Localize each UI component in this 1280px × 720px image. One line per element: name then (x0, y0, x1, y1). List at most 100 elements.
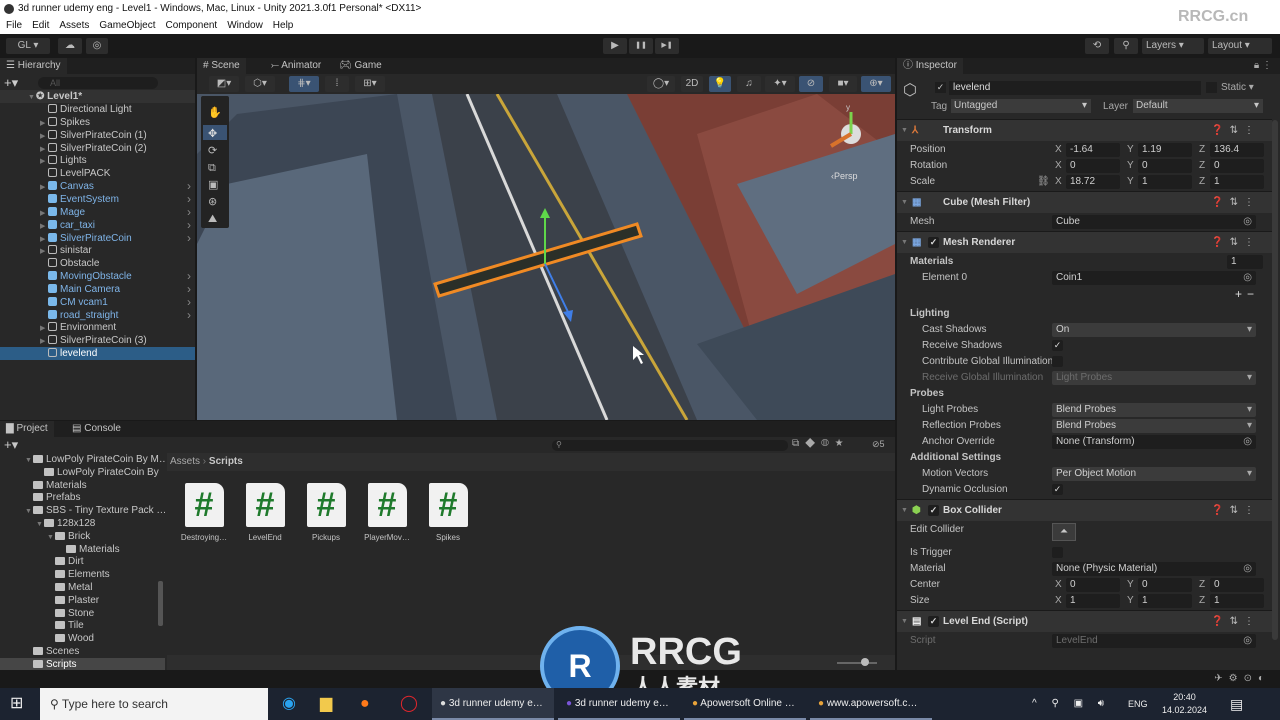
tab-scene[interactable]: # Scene (197, 58, 246, 74)
active-checkbox[interactable]: ✓ (935, 82, 946, 93)
folder-item[interactable]: Plaster (0, 594, 165, 607)
hierarchy-item[interactable]: MovingObstacle › (0, 270, 195, 283)
object-field[interactable]: LevelEnd (1052, 634, 1256, 648)
hidden-objects-toggle-icon[interactable]: ⊘ (799, 76, 823, 92)
property-checkbox[interactable] (1052, 356, 1063, 367)
hierarchy-item[interactable]: Directional Light (0, 103, 195, 116)
toggle-2d-button[interactable]: 2D (681, 76, 703, 92)
foldout-arrow-icon[interactable]: ▼ (901, 192, 908, 214)
opera-icon[interactable]: ◯ (400, 688, 418, 720)
folder-item[interactable]: ▼ SBS - Tiny Texture Pack … (0, 504, 165, 517)
icon-size-slider-handle[interactable] (861, 658, 869, 666)
tab-hierarchy[interactable]: ☰ Hierarchy (0, 58, 67, 74)
property-checkbox[interactable]: ✓ (1052, 340, 1063, 351)
folder-item[interactable]: Dirt (0, 555, 165, 568)
hierarchy-item[interactable]: ▶ SilverPirateCoin (2) (0, 142, 195, 155)
vector-x-input[interactable]: 1 (1066, 594, 1120, 608)
taskbar-app[interactable]: ● 3d runner udemy e… (558, 688, 680, 720)
camera-dropdown[interactable]: ■▾ (829, 76, 857, 92)
script-asset[interactable]: # LevelEnd (240, 483, 290, 542)
tab-animator[interactable]: ⤚ Animator (265, 58, 327, 74)
foldout-arrow-icon[interactable]: ▼ (901, 120, 908, 142)
chevron-right-icon[interactable]: › (187, 295, 191, 309)
effects-dropdown[interactable]: ✦▾ (765, 76, 795, 92)
hierarchy-item[interactable]: ▶ sinistar (0, 244, 195, 257)
lighting-toggle-icon[interactable]: 💡 (709, 76, 731, 92)
windows-start-icon[interactable]: ⊞ (10, 688, 23, 720)
vector-y-input[interactable]: 0 (1138, 159, 1192, 173)
tray-icons[interactable]: ^ ⚲ ▣ 🔊︎ (1032, 688, 1110, 720)
render-mode-dropdown[interactable]: ◯▾ (647, 76, 675, 92)
taskbar-app[interactable]: ● Apowersoft Online … (684, 688, 806, 720)
chevron-right-icon[interactable]: › (187, 205, 191, 219)
menu-window[interactable]: Window (227, 18, 263, 34)
increment-snap-icon[interactable]: ⁞ (325, 76, 349, 92)
hierarchy-item[interactable]: Main Camera › (0, 282, 195, 296)
folder-item[interactable]: Wood (0, 632, 165, 645)
vector-y-input[interactable]: 1 (1138, 594, 1192, 608)
vector-z-input[interactable]: 1 (1210, 175, 1264, 189)
hierarchy-item[interactable]: ▶ car_taxi › (0, 218, 195, 232)
object-field[interactable]: Coin1 (1052, 271, 1256, 285)
vector-x-input[interactable]: 0 (1066, 159, 1120, 173)
history-icon[interactable]: ⟲ (1085, 38, 1109, 54)
property-checkbox[interactable]: ✓ (1052, 484, 1063, 495)
component-enabled-checkbox[interactable]: ✓ (928, 505, 939, 516)
taskbar-app[interactable]: ● 3d runner udemy e… (432, 688, 554, 720)
edge-icon[interactable]: ◉ (282, 688, 296, 720)
static-dropdown[interactable]: Static ▾ (1221, 81, 1254, 95)
folder-item[interactable]: LowPoly PirateCoin By (0, 466, 165, 479)
script-asset[interactable]: # PlayerMov… (362, 483, 412, 542)
tag-dropdown[interactable]: Untagged ▾ (951, 99, 1091, 113)
vector-x-input[interactable]: 18.72 (1066, 175, 1120, 189)
component-header[interactable]: ▼ ▦ ✓ Mesh Renderer ❓⇅⋮ (897, 231, 1272, 253)
property-dropdown[interactable]: Per Object Motion (1052, 467, 1256, 481)
hand-tool-icon[interactable]: ✋ (208, 106, 222, 119)
hierarchy-item[interactable]: ▶ SilverPirateCoin (3) (0, 334, 195, 347)
grid-snap-toggle[interactable]: ⋕▾ (289, 76, 319, 92)
scene-root[interactable]: ▼✪ Level1* (0, 90, 195, 103)
tab-project[interactable]: ▇ Project (0, 421, 54, 437)
taskbar-app[interactable]: ● www.apowersoft.c… (810, 688, 932, 720)
menu-help[interactable]: Help (273, 18, 294, 34)
icon-size-slider[interactable] (837, 662, 877, 664)
folder-item[interactable]: ▼ Brick (0, 530, 165, 543)
rotate-tool-icon[interactable]: ⟳ (208, 144, 217, 157)
create-button[interactable]: +▾ (4, 437, 18, 453)
rect-tool-icon[interactable]: ▣ (208, 178, 218, 191)
hierarchy-item[interactable]: ▶ Spikes (0, 116, 195, 129)
play-button[interactable]: ▶ (603, 38, 627, 54)
vector-y-input[interactable]: 0 (1138, 578, 1192, 592)
menu-assets[interactable]: Assets (59, 18, 89, 34)
folder-item[interactable]: Metal (0, 581, 165, 594)
vector-y-input[interactable]: 1.19 (1138, 143, 1192, 157)
static-checkbox[interactable] (1206, 82, 1217, 93)
search-icon[interactable]: ⚲ (1114, 38, 1138, 54)
object-field[interactable]: None (Physic Material) (1052, 562, 1256, 576)
property-checkbox[interactable] (1052, 547, 1063, 558)
hierarchy-item[interactable]: road_straight › (0, 308, 195, 322)
hierarchy-item[interactable]: levelend (0, 347, 195, 361)
component-header[interactable]: ▼ ▦ Cube (Mesh Filter) ❓⇅⋮ (897, 191, 1272, 213)
tree-scrollbar[interactable] (158, 581, 163, 626)
hierarchy-item[interactable]: ▶ SilverPirateCoin (1) (0, 129, 195, 142)
hierarchy-item[interactable]: EventSystem › (0, 192, 195, 206)
tab-game[interactable]: 🎮︎ Game (333, 58, 388, 74)
remove-element-button[interactable]: − (1247, 286, 1254, 302)
layers-dropdown[interactable]: Layers ▾ (1142, 38, 1204, 54)
transform-tool-icon[interactable]: ⊛ (208, 195, 217, 208)
collab-icon[interactable]: ◎ (86, 38, 108, 54)
custom-tool-icon[interactable]: ⛰ (208, 212, 217, 225)
property-dropdown[interactable]: Blend Probes (1052, 403, 1256, 417)
script-asset[interactable]: # Spikes (423, 483, 473, 542)
shading-dropdown[interactable]: ⬡▾ (245, 76, 275, 92)
component-tools[interactable]: ❓⇅⋮ (1211, 192, 1260, 214)
vector-z-input[interactable]: 0 (1210, 159, 1264, 173)
step-button[interactable]: ▶❚ (655, 38, 679, 54)
foldout-arrow-icon[interactable]: ▼ (901, 500, 908, 522)
object-field[interactable]: Cube (1052, 215, 1256, 229)
hierarchy-item[interactable]: ▶ Mage › (0, 205, 195, 219)
audio-toggle-icon[interactable]: ♫ (737, 76, 761, 92)
folder-item[interactable]: ▼ 128x128 (0, 517, 165, 530)
folder-item[interactable]: Materials (0, 479, 165, 492)
